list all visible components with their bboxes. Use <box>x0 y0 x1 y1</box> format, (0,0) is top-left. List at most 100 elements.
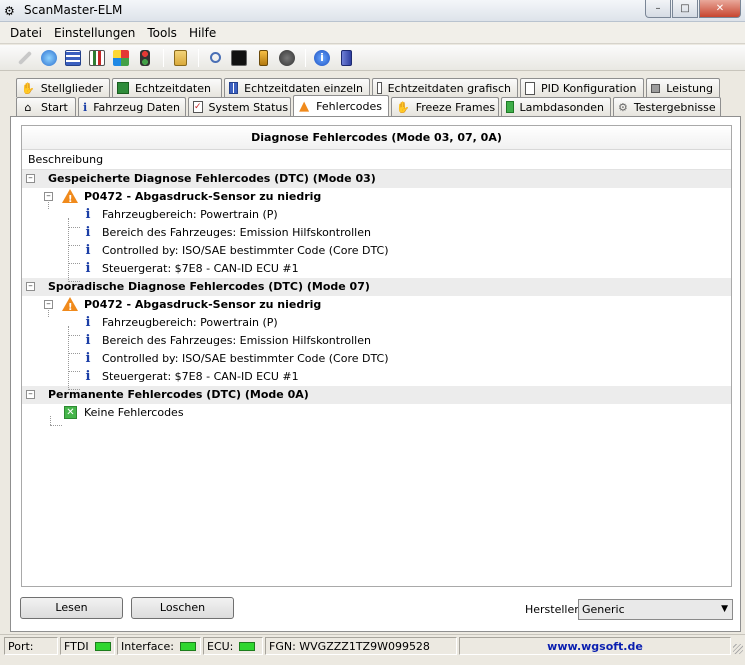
engine-icon <box>651 83 661 93</box>
menu-hilfe[interactable]: Hilfe <box>183 22 222 44</box>
hand-icon: ✋ <box>396 100 410 114</box>
ftdi-status: FTDI <box>60 637 115 655</box>
tab-pid-konfiguration[interactable]: PID Konfiguration <box>520 78 644 97</box>
home-icon: ⌂ <box>24 100 32 114</box>
detail-row[interactable]: i Controlled by: ISO/SAE bestimmter Code … <box>22 350 731 368</box>
warning-icon <box>62 297 78 317</box>
tab-fahrzeug-daten[interactable]: i Fahrzeug Daten <box>78 97 186 116</box>
app-icon: ⚙ <box>4 4 15 18</box>
traffic-light-icon[interactable] <box>134 47 156 69</box>
tree-connector <box>68 335 80 336</box>
toolbar: i <box>0 45 745 71</box>
ecu-led-icon <box>239 642 256 651</box>
tab-testergebnisse[interactable]: ⚙ Testergebnisse <box>613 97 721 116</box>
detail-row[interactable]: i Fahrzeugbereich: Powertrain (P) <box>22 206 731 224</box>
chevron-down-icon: ▼ <box>721 604 728 614</box>
tab-echtzeitdaten[interactable]: Echtzeitdaten <box>112 78 222 97</box>
info-icon: i <box>83 100 88 114</box>
resize-grip-icon[interactable] <box>733 644 743 654</box>
flag-icon[interactable] <box>110 47 132 69</box>
dtc-row[interactable]: – P0472 - Abgasdruck-Sensor zu niedrig <box>22 188 731 209</box>
window-controls: – □ ✕ <box>644 0 741 18</box>
checklist-icon: ✓ <box>193 101 203 113</box>
interface-status: Interface: <box>117 637 201 655</box>
hand-icon: ✋ <box>21 81 35 95</box>
warning-icon <box>62 189 78 209</box>
collapse-toggle[interactable]: – <box>26 174 35 183</box>
info-icon: i <box>85 261 91 276</box>
info-icon[interactable]: i <box>311 47 333 69</box>
detail-row[interactable]: i Steuergerat: $7E8 - CAN-ID ECU #1 <box>22 260 731 278</box>
group-gespeicherte[interactable]: – Gespeicherte Diagnose Fehlercodes (DTC… <box>22 170 731 188</box>
gear-icon: ⚙ <box>618 100 628 114</box>
terminal-icon[interactable] <box>228 47 250 69</box>
exit-icon[interactable] <box>335 47 357 69</box>
tree-connector <box>50 425 62 426</box>
tree-connector <box>68 353 80 354</box>
website-link[interactable]: www.wgsoft.de <box>547 640 643 653</box>
tree-connector <box>68 389 80 390</box>
info-icon: i <box>85 225 91 240</box>
fgn-status: FGN: WVGZZZ1TZ9W099528 <box>265 637 457 655</box>
clipboard-icon[interactable] <box>169 47 191 69</box>
port-label: Port: <box>4 637 58 655</box>
menu-bar: Datei Einstellungen Tools Hilfe <box>0 22 745 44</box>
detail-row[interactable]: i Bereich des Fahrzeuges: Emission Hilfsk… <box>22 332 731 350</box>
column-header-beschreibung[interactable]: Beschreibung <box>22 150 731 170</box>
loschen-button[interactable]: Loschen <box>131 597 234 619</box>
search-icon[interactable] <box>204 47 226 69</box>
group-permanente[interactable]: – Permanente Fehlercodes (DTC) (Mode 0A) <box>22 386 731 404</box>
hersteller-select[interactable]: Generic ▼ <box>578 599 733 620</box>
chart-icon[interactable] <box>86 47 108 69</box>
collapse-toggle[interactable]: – <box>26 390 35 399</box>
list-icon <box>117 82 129 94</box>
tree-connector <box>68 281 80 282</box>
menu-tools[interactable]: Tools <box>141 22 183 44</box>
hersteller-label: Hersteller <box>525 603 579 616</box>
tab-start[interactable]: ⌂ Start <box>16 97 76 116</box>
tree-connector <box>68 245 80 246</box>
maximize-button[interactable]: □ <box>672 0 698 18</box>
detail-row[interactable]: i Steuergerat: $7E8 - CAN-ID ECU #1 <box>22 368 731 386</box>
grid-icon[interactable] <box>62 47 84 69</box>
chart-icon <box>377 82 382 94</box>
tab-leistung[interactable]: Leistung <box>646 78 720 97</box>
detail-row[interactable]: i Fahrzeugbereich: Powertrain (P) <box>22 314 731 332</box>
tab-lambdasonden[interactable]: Lambdasonden <box>501 97 611 116</box>
tab-stellglieder[interactable]: ✋ Stellglieder <box>16 78 110 97</box>
ecu-status: ECU: <box>203 637 263 655</box>
tree-connector <box>48 308 49 317</box>
toolbar-separator <box>305 48 306 67</box>
info-icon: i <box>85 369 91 384</box>
no-codes-row[interactable]: ✕ Keine Fehlercodes <box>22 404 731 422</box>
minimize-button[interactable]: – <box>645 0 671 18</box>
dtc-tree-view[interactable]: Diagnose Fehlercodes (Mode 03, 07, 0A) B… <box>21 125 732 587</box>
interface-led-icon <box>179 642 196 651</box>
lesen-button[interactable]: Lesen <box>20 597 123 619</box>
tree-connector <box>50 416 51 425</box>
close-button[interactable]: ✕ <box>699 0 741 18</box>
collapse-toggle[interactable]: – <box>26 282 35 291</box>
dtc-row[interactable]: – P0472 - Abgasdruck-Sensor zu niedrig <box>22 296 731 317</box>
ok-icon: ✕ <box>64 406 77 419</box>
menu-datei[interactable]: Datei <box>4 22 48 44</box>
detail-row[interactable]: i Bereich des Fahrzeuges: Emission Hilfsk… <box>22 224 731 242</box>
battery-icon[interactable] <box>252 47 274 69</box>
tab-system-status[interactable]: ✓ System Status <box>188 97 291 116</box>
fehlercodes-panel: Diagnose Fehlercodes (Mode 03, 07, 0A) B… <box>10 116 741 632</box>
detail-row[interactable]: i Controlled by: ISO/SAE bestimmter Code … <box>22 242 731 260</box>
info-icon: i <box>85 315 91 330</box>
window-title: ScanMaster-ELM <box>24 3 123 17</box>
tab-echtzeitdaten-grafisch[interactable]: Echtzeitdaten grafisch <box>372 78 518 97</box>
tree-connector <box>68 227 80 228</box>
menu-einstellungen[interactable]: Einstellungen <box>48 22 141 44</box>
globe-icon[interactable] <box>38 47 60 69</box>
group-sporadische[interactable]: – Sporadische Diagnose Fehlercodes (DTC)… <box>22 278 731 296</box>
info-icon: i <box>85 351 91 366</box>
gauge-icon[interactable] <box>276 47 298 69</box>
tab-fehlercodes[interactable]: ▲ Fehlercodes <box>293 95 389 116</box>
document-icon <box>525 81 535 95</box>
tree-connector <box>48 200 49 209</box>
wrench-icon[interactable] <box>14 47 36 69</box>
tab-freeze-frames[interactable]: ✋ Freeze Frames <box>391 97 499 116</box>
